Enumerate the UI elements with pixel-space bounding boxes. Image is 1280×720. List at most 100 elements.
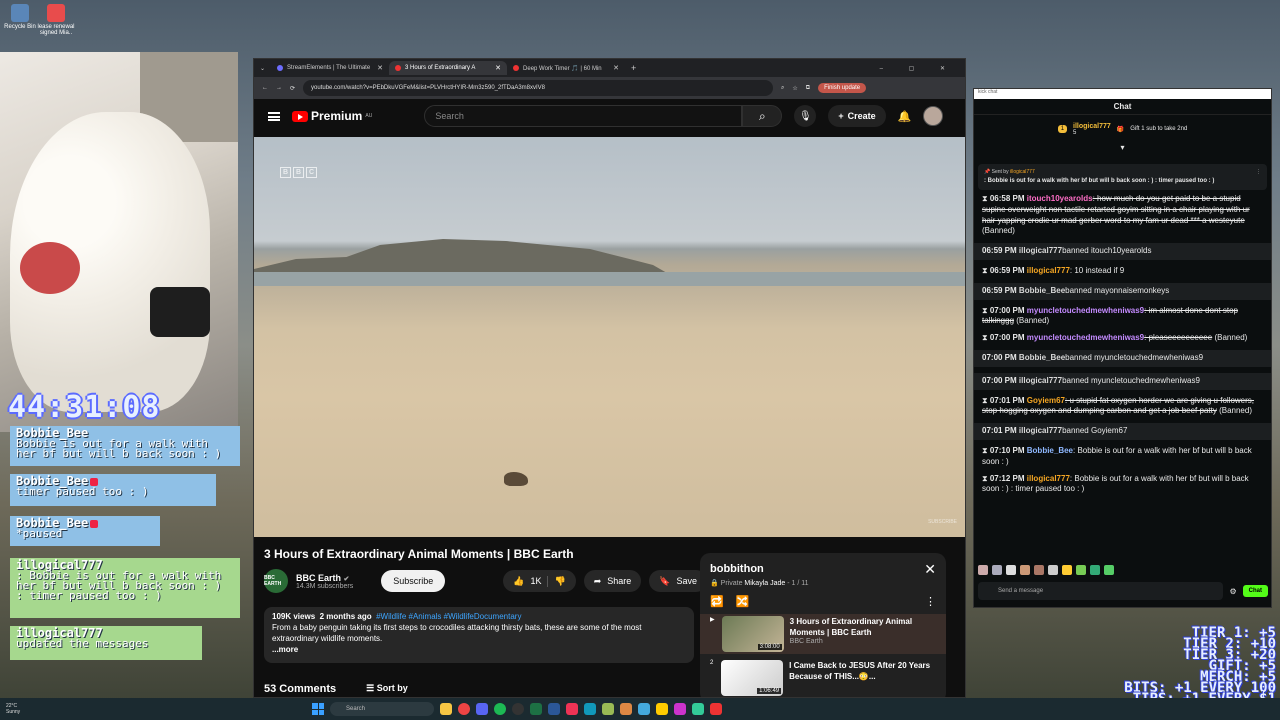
mod-tools-icon[interactable]: ⧗ xyxy=(982,474,990,483)
chat-mod-action[interactable]: 07:00 PM Bobbie_Beebanned myuncletouched… xyxy=(974,349,1271,367)
app-icon[interactable] xyxy=(674,703,686,715)
pinned-user[interactable]: illogical777 xyxy=(1010,169,1035,175)
message-user[interactable]: illogical777 xyxy=(1019,426,1062,435)
tab-streamelements[interactable]: StreamElements | The Ultimate ✕ xyxy=(271,61,389,75)
spotify-icon[interactable] xyxy=(494,703,506,715)
chat-message[interactable]: ⧗ 07:00 PM myuncletouchedmewheniwas9: im… xyxy=(982,306,1263,328)
message-user[interactable]: Bobbie_Bee xyxy=(1027,446,1073,455)
pinned-menu-icon[interactable]: ⋮ xyxy=(1256,168,1261,177)
app-icon[interactable] xyxy=(584,703,596,715)
chat-mod-action[interactable]: 06:59 PM Bobbie_Beebanned mayonnaisemonk… xyxy=(974,282,1271,300)
emote-icon[interactable] xyxy=(1076,565,1086,575)
new-tab-icon[interactable]: + xyxy=(625,63,642,73)
search-button[interactable]: ⌕ xyxy=(742,105,783,127)
excel-icon[interactable] xyxy=(530,703,542,715)
playlist-title[interactable]: bobbithon xyxy=(710,563,936,575)
mod-tools-icon[interactable]: ⧗ xyxy=(982,306,990,315)
discord-icon[interactable] xyxy=(476,703,488,715)
chat-input[interactable]: Send a message xyxy=(978,582,1224,600)
chrome-icon[interactable] xyxy=(458,703,470,715)
message-user[interactable]: Bobbie_Bee xyxy=(1019,353,1065,362)
playlist-item[interactable]: ▶ 3:08:00 3 Hours of Extraordinary Anima… xyxy=(700,614,946,654)
message-user[interactable]: myuncletouchedmewheniwas9 xyxy=(1027,306,1144,315)
chat-message[interactable]: ⧗ 06:58 PM itouch10yearolds: how much do… xyxy=(982,194,1263,237)
show-more-link[interactable]: ...more xyxy=(272,644,686,655)
thumbs-down-icon[interactable]: 👎 xyxy=(547,575,566,587)
chat-message[interactable]: ⧗ 07:10 PM Bobbie_Bee: Bobbie is out for… xyxy=(982,446,1263,468)
app-icon[interactable] xyxy=(566,703,578,715)
hamburger-menu-icon[interactable] xyxy=(268,111,280,121)
chat-message[interactable]: ⧗ 06:59 PM illogical777: 10 instead if 9 xyxy=(982,266,1263,277)
search-input[interactable]: Search xyxy=(424,105,743,127)
chevron-down-icon[interactable]: ▾ xyxy=(974,143,1271,152)
word-icon[interactable] xyxy=(548,703,560,715)
chat-mod-action[interactable]: 06:59 PM illogical777banned itouch10year… xyxy=(974,243,1271,260)
emote-icon[interactable] xyxy=(1104,565,1114,575)
playlist-more-icon[interactable]: ⋮ xyxy=(925,595,936,608)
tab-search-icon[interactable]: ⌄ xyxy=(254,65,271,72)
file-explorer-icon[interactable] xyxy=(440,703,452,715)
create-button[interactable]: + Create xyxy=(828,105,886,127)
shuffle-icon[interactable]: 🔀 xyxy=(736,595,750,608)
message-user[interactable]: Goyiem67 xyxy=(1027,396,1065,405)
window-controls[interactable]: – ▢ ✕ xyxy=(880,65,965,72)
app-icon[interactable] xyxy=(692,703,704,715)
message-user[interactable]: myuncletouchedmewheniwas9 xyxy=(1027,333,1144,342)
message-user[interactable]: illogical777 xyxy=(1019,376,1062,385)
playlist-item[interactable]: 2 1:06:49 I Came Back to JESUS After 20 … xyxy=(710,660,936,696)
mod-tools-icon[interactable]: ⧗ xyxy=(982,194,990,203)
close-tab-icon[interactable]: ✕ xyxy=(377,64,383,72)
app-icon[interactable] xyxy=(620,703,632,715)
settings-gear-icon[interactable]: ⚙ xyxy=(1229,587,1236,596)
channel-name[interactable]: BBC Earth ✔ xyxy=(296,573,353,583)
subscribe-watermark[interactable]: SUBSCRIBE xyxy=(928,519,957,525)
chat-mod-action[interactable]: 07:00 PM illogical777banned myuncletouch… xyxy=(974,372,1271,390)
chat-message[interactable]: ⧗ 07:01 PM Goyiem67: u stupid fat oxygen… xyxy=(982,396,1263,418)
account-avatar[interactable] xyxy=(923,106,944,126)
channel-avatar[interactable]: BBC EARTH xyxy=(264,569,288,593)
mod-tools-icon[interactable]: ⧗ xyxy=(982,266,990,275)
app-icon[interactable] xyxy=(602,703,614,715)
reload-icon[interactable]: ⟳ xyxy=(290,85,295,92)
desktop-icon-pdf[interactable]: lease renewal signed Mia.. xyxy=(36,4,76,36)
bookmark-star-icon[interactable]: ☆ xyxy=(792,85,797,92)
youtube-logo[interactable]: Premium AU xyxy=(292,109,372,123)
subscribe-button[interactable]: Subscribe xyxy=(381,570,446,592)
chat-message[interactable]: ⧗ 07:00 PM myuncletouchedmewheniwas9: pl… xyxy=(982,333,1263,344)
tab-deep-work[interactable]: Deep Work Timer 🎵 | 60 Min ✕ xyxy=(507,61,625,75)
video-player[interactable]: B B C SUBSCRIBE xyxy=(254,137,965,537)
zoom-icon[interactable]: ⌕ xyxy=(781,85,784,92)
playlist-owner[interactable]: Mikayla Jade xyxy=(744,580,785,587)
mod-tools-icon[interactable]: ⧗ xyxy=(982,396,990,405)
emote-icon[interactable] xyxy=(1034,565,1044,575)
emote-icon[interactable] xyxy=(1090,565,1100,575)
app-icon[interactable] xyxy=(638,703,650,715)
close-playlist-icon[interactable]: ✕ xyxy=(924,561,936,578)
finish-update-button[interactable]: Finish update xyxy=(818,83,867,93)
emote-icon[interactable] xyxy=(992,565,1002,575)
back-icon[interactable]: ← xyxy=(262,85,268,91)
url-field[interactable]: youtube.com/watch?v=PEbDkuVGFeM&list=PLV… xyxy=(303,80,774,96)
message-user[interactable]: illogical777 xyxy=(1027,474,1070,483)
close-tab-icon[interactable]: ✕ xyxy=(495,64,501,72)
emote-icon[interactable] xyxy=(1048,565,1058,575)
tab-youtube[interactable]: 3 Hours of Extraordinary A ✕ xyxy=(389,61,508,75)
close-tab-icon[interactable]: ✕ xyxy=(613,64,619,72)
voice-search-button[interactable]: 🎙 xyxy=(794,105,817,127)
notifications-bell-icon[interactable]: 🔔 xyxy=(898,110,912,123)
description-box[interactable]: 109K views 2 months ago #Wildlife #Anima… xyxy=(264,607,694,663)
app-icon[interactable] xyxy=(656,703,668,715)
message-user[interactable]: Bobbie_Bee xyxy=(1019,286,1065,295)
chat-mod-action[interactable]: 07:01 PM illogical777banned Goyiem67 xyxy=(974,423,1271,440)
message-user[interactable]: illogical777 xyxy=(1019,246,1062,255)
message-user[interactable]: itouch10yearolds xyxy=(1027,194,1093,203)
message-user[interactable]: illogical777 xyxy=(1027,266,1070,275)
share-button[interactable]: ➦ Share xyxy=(583,570,642,592)
app-icon[interactable] xyxy=(710,703,722,715)
chat-send-button[interactable]: Chat xyxy=(1242,585,1268,597)
emote-icon[interactable] xyxy=(1062,565,1072,575)
weather-widget[interactable]: 22°C Sunny xyxy=(0,703,60,715)
loop-icon[interactable]: 🔁 xyxy=(710,595,724,608)
extensions-icon[interactable]: ⧉ xyxy=(806,85,810,92)
desktop-icon-recycle-bin[interactable]: Recycle Bin xyxy=(0,4,40,30)
